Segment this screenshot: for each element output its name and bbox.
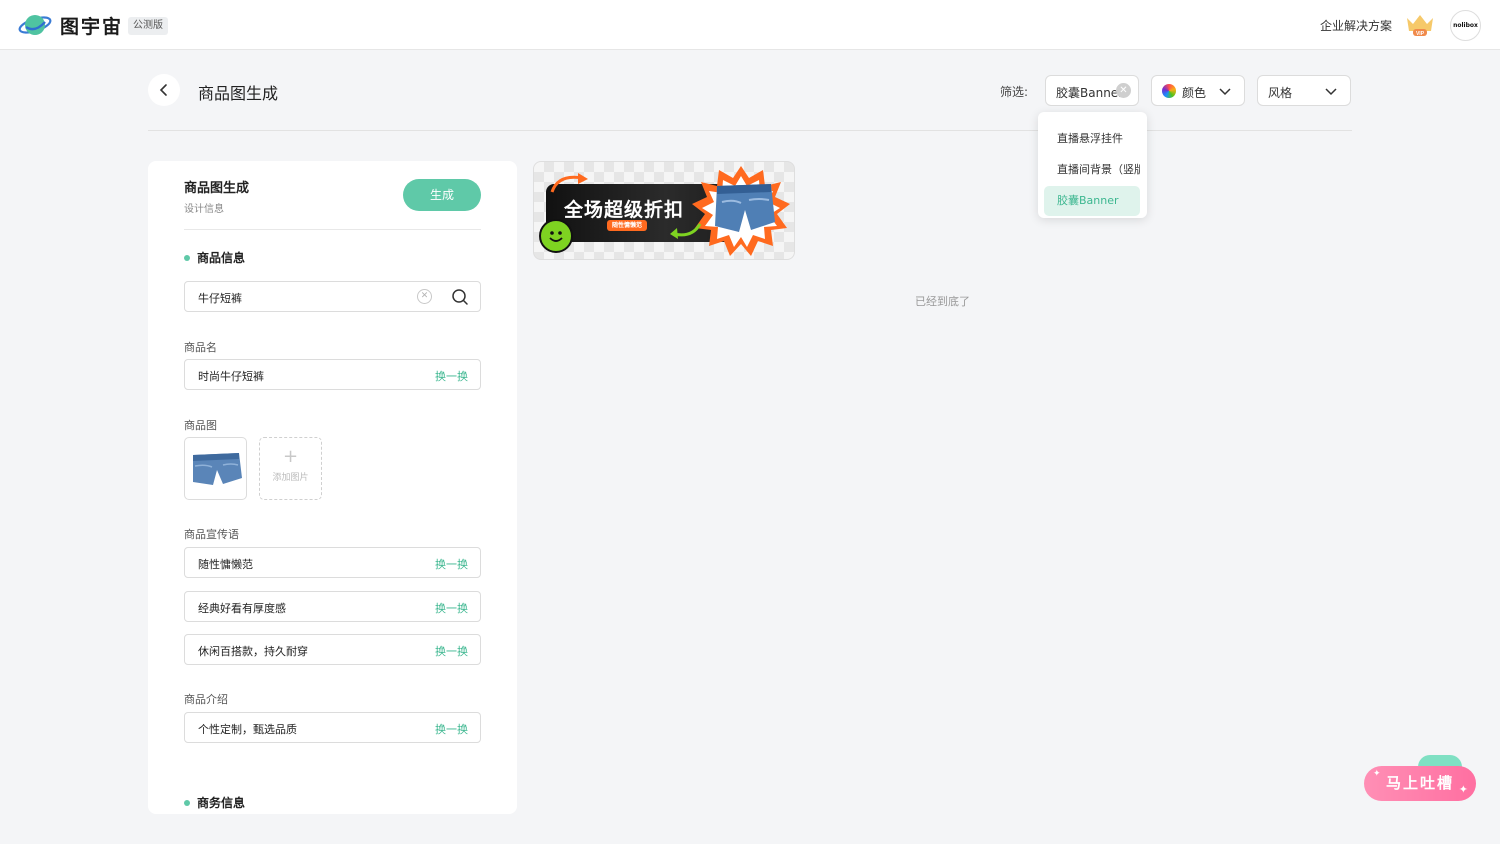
generate-button[interactable]: 生成 — [403, 179, 481, 211]
product-form-panel: 商品图生成 设计信息 生成 商品信息 牛仔短裤 ✕ 商品名 时尚牛仔短裤 换一换… — [148, 161, 517, 814]
slogan-field-2[interactable]: 经典好看有厚度感 换一换 — [184, 591, 481, 622]
color-filter-label: 颜色 — [1182, 86, 1207, 100]
swap-slogan-button[interactable]: 换一换 — [435, 600, 468, 616]
product-image-label: 商品图 — [184, 419, 217, 432]
green-arrow-icon — [670, 223, 702, 239]
chevron-down-icon — [1325, 88, 1337, 96]
feedback-button[interactable]: ✦ 马上吐槽 ✦ — [1364, 766, 1476, 801]
dropdown-item-live-widget[interactable]: 直播悬浮挂件 — [1044, 124, 1140, 154]
dropdown-item-capsule-banner[interactable]: 胶囊Banner — [1044, 186, 1140, 216]
product-name-value: 时尚牛仔短裤 — [198, 370, 264, 383]
sparkle-icon: ✦ — [1373, 769, 1383, 779]
product-intro-value: 个性定制，甄选品质 — [198, 723, 297, 736]
slogan-field-3[interactable]: 休闲百搭款，持久耐穿 换一换 — [184, 634, 481, 665]
arrow-decoration-icon — [550, 173, 588, 193]
slogan-value: 随性慵懒范 — [198, 558, 253, 571]
page-title: 商品图生成 — [198, 84, 279, 103]
slogan-field-1[interactable]: 随性慵懒范 换一换 — [184, 547, 481, 578]
filter-label: 筛选: — [1000, 85, 1029, 99]
banner-tag: 随性慵懒范 — [607, 220, 648, 231]
panel-subtitle: 设计信息 — [184, 204, 224, 215]
slogan-label: 商品宣传语 — [184, 528, 239, 541]
product-name-field[interactable]: 时尚牛仔短裤 换一换 — [184, 359, 481, 390]
feedback-label: 马上吐槽 — [1385, 774, 1454, 792]
denim-shorts-starburst-icon — [692, 166, 790, 256]
color-wheel-icon — [1162, 84, 1176, 98]
user-avatar[interactable]: nolibox — [1450, 10, 1481, 41]
top-navigation-bar: 图宇宙 公测版 企业解决方案 VIP nolibox — [0, 0, 1500, 50]
slogan-value: 经典好看有厚度感 — [198, 602, 286, 615]
product-name-label: 商品名 — [184, 341, 217, 354]
add-image-button[interactable]: + 添加图片 — [259, 437, 322, 500]
slogan-value: 休闲百搭款，持久耐穿 — [198, 645, 308, 658]
business-info-section-title: 商务信息 — [184, 794, 245, 811]
dropdown-item-live-background[interactable]: 直播间背景（竖版） — [1044, 155, 1140, 185]
product-intro-field[interactable]: 个性定制，甄选品质 换一换 — [184, 712, 481, 743]
style-filter[interactable]: 风格 — [1257, 75, 1351, 106]
swap-slogan-button[interactable]: 换一换 — [435, 643, 468, 659]
denim-shorts-icon — [193, 453, 242, 485]
banner-type-dropdown: 直播悬浮挂件 直播间背景（竖版） 胶囊Banner — [1038, 112, 1147, 218]
product-info-section-title: 商品信息 — [184, 249, 245, 266]
plus-icon: + — [282, 446, 299, 467]
color-filter[interactable]: 颜色 — [1151, 75, 1245, 106]
product-search-input[interactable]: 牛仔短裤 ✕ — [184, 281, 481, 312]
banner-headline: 全场超级折扣 — [564, 200, 685, 221]
generated-banner-card[interactable]: 全场超级折扣 随性慵懒范 — [533, 161, 795, 260]
panel-divider — [184, 229, 481, 230]
vip-label: VIP — [1416, 31, 1425, 37]
sparkle-icon: ✦ — [1458, 783, 1470, 796]
smiley-sticker-icon — [539, 219, 573, 253]
vip-crown-icon[interactable]: VIP — [1404, 12, 1436, 38]
swap-name-button[interactable]: 换一换 — [435, 368, 468, 384]
chevron-left-icon — [159, 84, 167, 96]
planet-logo-icon[interactable] — [18, 11, 52, 39]
brand-name[interactable]: 图宇宙 — [60, 12, 123, 39]
swap-intro-button[interactable]: 换一换 — [435, 721, 468, 737]
style-filter-label: 风格 — [1268, 86, 1293, 100]
add-image-label: 添加图片 — [272, 473, 309, 483]
end-of-list-text: 已经到底了 — [915, 295, 970, 308]
clear-filter-icon[interactable]: ✕ — [1116, 83, 1131, 98]
beta-badge: 公测版 — [128, 17, 168, 35]
product-intro-label: 商品介绍 — [184, 693, 228, 706]
product-image-thumbnail[interactable] — [184, 437, 247, 500]
enterprise-solutions-link[interactable]: 企业解决方案 — [1320, 17, 1392, 34]
search-value: 牛仔短裤 — [198, 292, 242, 305]
banner-type-filter[interactable]: 胶囊Banner ✕ — [1045, 75, 1139, 106]
title-divider — [148, 130, 1352, 131]
clear-search-icon[interactable]: ✕ — [417, 289, 432, 304]
back-button[interactable] — [148, 74, 180, 106]
banner-filter-label: 胶囊Banner — [1056, 86, 1124, 100]
search-icon[interactable] — [451, 288, 469, 306]
panel-title: 商品图生成 — [184, 181, 250, 196]
swap-slogan-button[interactable]: 换一换 — [435, 556, 468, 572]
chevron-down-icon — [1219, 88, 1231, 96]
